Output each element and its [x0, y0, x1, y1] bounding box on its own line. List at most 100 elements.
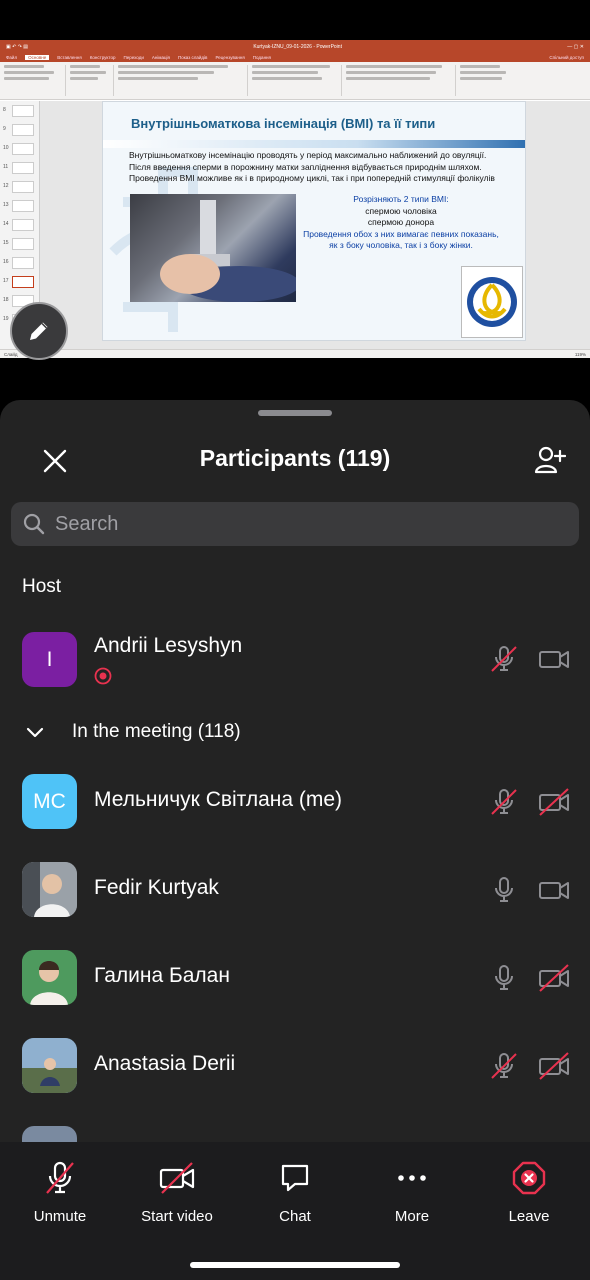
camera-icon	[538, 875, 570, 905]
ribbon-group-paragraph	[252, 65, 342, 96]
chat-button[interactable]: Chat	[245, 1158, 345, 1228]
slide-thumbnail	[12, 181, 34, 193]
meeting-section-toggle[interactable]: In the meeting (118)	[0, 712, 590, 752]
search-bar[interactable]	[11, 502, 579, 546]
mic-muted-icon	[489, 787, 519, 817]
slide-thumbnail	[12, 143, 34, 155]
thumb-number: 9	[3, 126, 6, 132]
ribbon-tab-home: Основне	[25, 55, 50, 60]
avatar-initials: I	[46, 647, 53, 671]
chat-label: Chat	[279, 1208, 311, 1225]
slide-thumbnail-active	[12, 276, 34, 288]
slide-lab-photo	[130, 194, 300, 302]
unmute-button[interactable]: Unmute	[10, 1158, 110, 1228]
status-left: Слайд	[4, 351, 18, 357]
thumb-number: 14	[3, 221, 9, 227]
participant-name: Fedir Kurtyak	[94, 876, 219, 899]
participant-row[interactable]: Anastasia Derii	[0, 1022, 590, 1110]
avatar-initials: MC	[33, 789, 66, 813]
thumb-number: 12	[3, 183, 9, 189]
mic-muted-icon	[489, 1051, 519, 1081]
slide-thumbnail	[12, 200, 34, 212]
more-icon	[392, 1158, 432, 1198]
thumb-number: 15	[3, 240, 9, 246]
slide-types-block: Розрізняють 2 типи ВМІ: спермою чоловіка…	[301, 194, 501, 252]
slide-line-3: Проведення ВМІ можливе як і в природному…	[129, 173, 495, 183]
slide-title: Внутрішньоматкова інсемінація (ВМІ) та ї…	[131, 116, 436, 131]
mic-muted-icon	[489, 644, 519, 674]
current-slide: Внутрішньоматкова інсемінація (ВМІ) та ї…	[102, 101, 526, 341]
participant-row[interactable]: Fedir Kurtyak	[0, 846, 590, 934]
search-icon	[23, 513, 45, 535]
ribbon-tabs: Файл Основне Вставлення Конструктор Пере…	[0, 53, 590, 62]
camera-off-icon	[157, 1158, 197, 1198]
chevron-down-icon	[26, 727, 44, 738]
participant-row[interactable]: MC Мельничук Світлана (me)	[0, 758, 590, 846]
window-title: Kurtyak-IZNU_09-01-2026 - PowerPoint	[253, 43, 342, 50]
trinity-knot-logo-icon	[467, 277, 517, 327]
avatar: MC	[22, 774, 77, 829]
ribbon-group-slides	[70, 65, 114, 96]
ribbon-tab-view: Подання	[252, 55, 271, 60]
close-button[interactable]	[38, 444, 72, 478]
slide-thumbnail	[12, 219, 34, 231]
home-indicator[interactable]	[190, 1262, 400, 1268]
ribbon-group-editing	[460, 65, 540, 96]
avatar: I	[22, 632, 77, 687]
types-note: Проведення обох з них вимагає певних пок…	[303, 228, 499, 251]
slide-thumbnail	[12, 162, 34, 174]
type-2: спермою донора	[367, 217, 435, 227]
thumb-number: 16	[3, 259, 9, 265]
profile-photo-icon	[22, 862, 77, 917]
camera-off-icon	[538, 963, 570, 993]
slide-thumbnail	[12, 257, 34, 269]
ribbon-tab-review: Рецензування	[215, 55, 245, 60]
thumb-number: 13	[3, 202, 9, 208]
sheet-grabber[interactable]	[258, 410, 332, 416]
participant-name: Галина Балан	[94, 964, 230, 987]
thumb-number: 17	[3, 278, 9, 284]
mic-icon	[489, 963, 519, 993]
thumb-number: 11	[3, 164, 9, 170]
avatar	[22, 1038, 77, 1093]
participant-row-host[interactable]: I Andrii Lesyshyn	[0, 616, 590, 704]
microscope-photo-icon	[160, 200, 300, 302]
leave-label: Leave	[508, 1208, 550, 1225]
search-input[interactable]	[45, 502, 579, 546]
meeting-section-label: In the meeting (118)	[72, 721, 241, 742]
participant-name: Andrii Lesyshyn	[94, 634, 243, 657]
powerpoint-body: 8 9 10 11 12 13 14 15 16 17 18 19 Внутрі…	[0, 101, 590, 349]
slide-line-1: Внутрішньоматкову інсемінацію проводять …	[129, 150, 487, 160]
leave-button[interactable]: Leave	[479, 1158, 579, 1228]
more-button[interactable]: More	[362, 1158, 462, 1228]
camera-off-icon	[538, 1051, 570, 1081]
slide-title-bar	[103, 140, 525, 148]
mic-icon	[489, 875, 519, 905]
pencil-icon	[30, 322, 48, 340]
thumb-number: 18	[3, 297, 9, 303]
ribbon-tab-insert: Вставлення	[57, 55, 82, 60]
panel-title: Participants (119)	[199, 444, 391, 471]
host-section-label: Host	[22, 576, 62, 597]
invite-button[interactable]	[532, 442, 568, 478]
participant-name: Мельничук Світлана (me)	[94, 788, 343, 811]
zoom-level: 119%	[574, 351, 586, 357]
powerpoint-statusbar: Слайд 119%	[0, 349, 590, 358]
chat-icon	[275, 1158, 315, 1198]
ribbon-tab-slideshow: Показ слайдів	[177, 55, 208, 60]
start-video-label: Start video	[141, 1208, 213, 1225]
slide-thumbnail	[12, 238, 34, 250]
thumb-number: 19	[3, 316, 9, 322]
more-label: More	[394, 1208, 430, 1225]
ribbon-group-clipboard	[4, 65, 66, 96]
profile-photo-icon	[22, 950, 77, 1005]
avatar	[22, 950, 77, 1005]
slide-paragraph: Внутрішньоматкову інсемінацію проводять …	[129, 150, 509, 185]
annotate-button[interactable]	[10, 302, 68, 360]
participant-row[interactable]: Галина Балан	[0, 934, 590, 1022]
slide-thumbnail	[12, 105, 34, 117]
university-logo	[461, 266, 523, 338]
start-video-button[interactable]: Start video	[127, 1158, 227, 1228]
add-person-icon	[534, 446, 566, 474]
types-heading: Розрізняють 2 типи ВМІ:	[353, 194, 449, 204]
